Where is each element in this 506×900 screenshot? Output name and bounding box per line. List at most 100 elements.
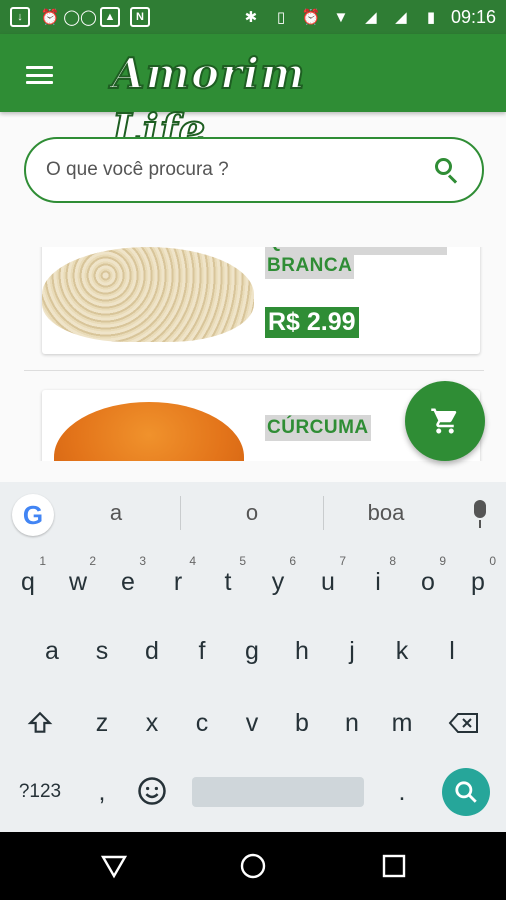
key-l[interactable]: l — [430, 623, 474, 679]
suggestion-item[interactable]: a — [66, 500, 166, 526]
key-g[interactable]: g — [230, 623, 274, 679]
signal-icon: ◢ — [365, 9, 377, 26]
product-image — [42, 390, 254, 461]
back-icon[interactable] — [100, 852, 128, 880]
search-placeholder[interactable]: O que você procura ? — [46, 159, 432, 181]
key-hint: 3 — [139, 554, 146, 568]
key-hint: 4 — [189, 554, 196, 568]
key-y[interactable]: y6 — [256, 554, 300, 610]
key-label: q — [21, 568, 35, 596]
key-hint: 9 — [439, 554, 446, 568]
product-price: R$ 2.99 — [265, 307, 359, 338]
spacebar-key[interactable] — [192, 777, 364, 807]
backspace-key[interactable] — [442, 695, 486, 751]
suggestion-separator — [180, 496, 181, 530]
key-hint: 6 — [289, 554, 296, 568]
key-label: i — [375, 568, 381, 596]
home-icon[interactable] — [239, 852, 267, 880]
alarm-icon: ⏰ — [40, 9, 60, 26]
product-name: CÚRCUMA — [265, 415, 371, 441]
app-logo-title: Amorim Life — [111, 48, 306, 155]
key-z[interactable]: z — [80, 695, 124, 751]
key-hint: 8 — [389, 554, 396, 568]
key-hint: 5 — [239, 554, 246, 568]
suggestion-item[interactable]: boa — [336, 500, 436, 526]
signal-icon: ◢ — [395, 9, 407, 26]
notification-icons: ↓ ⏰ ◯◯ ▲ N — [10, 7, 150, 27]
key-w[interactable]: w2 — [56, 554, 100, 610]
soft-keyboard: G a o boa q1 w2 e3 r4 t5 y6 u7 i8 o9 p0 … — [0, 482, 506, 832]
search-icon[interactable] — [432, 155, 462, 185]
key-o[interactable]: o9 — [406, 554, 450, 610]
navigation-bar — [0, 832, 506, 900]
suggestion-bar: G a o boa — [0, 482, 506, 546]
key-label: r — [173, 568, 183, 596]
recents-icon[interactable] — [380, 852, 408, 880]
backspace-icon — [448, 713, 478, 733]
key-hint: 2 — [89, 554, 96, 568]
key-label: u — [321, 568, 335, 596]
system-icons: ✱ ▯ ⏰ ▼ ◢ ◢ ▮ 09:16 — [241, 7, 496, 28]
key-label: t — [224, 568, 232, 596]
key-q[interactable]: q1 — [6, 554, 50, 610]
download-icon: ↓ — [10, 7, 30, 27]
divider — [24, 370, 484, 371]
key-c[interactable]: c — [180, 695, 224, 751]
key-label: w — [68, 568, 88, 596]
search-field[interactable]: O que você procura ? — [24, 137, 484, 203]
key-v[interactable]: v — [230, 695, 274, 751]
key-u[interactable]: u7 — [306, 554, 350, 610]
suggestion-separator — [323, 496, 324, 530]
vibrate-icon: ▯ — [276, 9, 286, 26]
product-name: BRANCA — [265, 253, 355, 279]
alarm-icon: ⏰ — [301, 9, 321, 26]
period-key[interactable]: . — [380, 764, 424, 820]
key-b[interactable]: b — [280, 695, 324, 751]
key-e[interactable]: e3 — [106, 554, 150, 610]
key-s[interactable]: s — [80, 623, 124, 679]
key-hint: 7 — [339, 554, 346, 568]
shift-key[interactable] — [18, 695, 62, 751]
key-label: y — [271, 568, 285, 596]
key-a[interactable]: a — [30, 623, 74, 679]
product-image — [42, 247, 254, 354]
comma-key[interactable]: , — [80, 764, 124, 820]
key-x[interactable]: x — [130, 695, 174, 751]
battery-icon: ▮ — [426, 9, 436, 26]
key-d[interactable]: d — [130, 623, 174, 679]
image-icon: ▲ — [100, 7, 120, 27]
key-label: e — [121, 568, 135, 596]
google-g-icon[interactable]: G — [12, 494, 54, 536]
status-time: 09:16 — [450, 6, 496, 27]
key-f[interactable]: f — [180, 623, 224, 679]
key-j[interactable]: j — [330, 623, 374, 679]
search-icon — [455, 781, 477, 803]
key-label: p — [471, 568, 485, 596]
cart-fab-button[interactable] — [405, 381, 485, 461]
app-bar: Amorim Life — [0, 34, 506, 155]
bluetooth-icon: ✱ — [244, 9, 258, 26]
product-card[interactable]: QUINOA EM GRÃO BRANCA R$ 2.99 — [42, 247, 480, 354]
key-i[interactable]: i8 — [356, 554, 400, 610]
hamburger-menu-icon[interactable] — [26, 66, 53, 84]
shopping-cart-icon — [431, 408, 457, 434]
suggestion-item[interactable]: o — [202, 500, 302, 526]
key-p[interactable]: p0 — [456, 554, 500, 610]
key-m[interactable]: m — [380, 695, 424, 751]
wifi-icon: ▼ — [333, 8, 349, 26]
key-t[interactable]: t5 — [206, 554, 250, 610]
shift-icon — [27, 711, 53, 733]
key-label: o — [421, 568, 435, 596]
symbols-key[interactable]: ?123 — [10, 764, 70, 820]
status-bar: ↓ ⏰ ◯◯ ▲ N ✱ ▯ ⏰ ▼ ◢ ◢ ▮ 09:16 — [0, 0, 506, 34]
key-k[interactable]: k — [380, 623, 424, 679]
key-h[interactable]: h — [280, 623, 324, 679]
n-app-icon: N — [130, 7, 150, 27]
key-n[interactable]: n — [330, 695, 374, 751]
key-r[interactable]: r4 — [156, 554, 200, 610]
keyboard-search-button[interactable] — [442, 768, 490, 816]
key-hint: 1 — [39, 554, 46, 568]
voicemail-icon: ◯◯ — [63, 9, 97, 26]
emoji-key[interactable] — [130, 764, 174, 820]
microphone-icon[interactable] — [468, 500, 492, 530]
